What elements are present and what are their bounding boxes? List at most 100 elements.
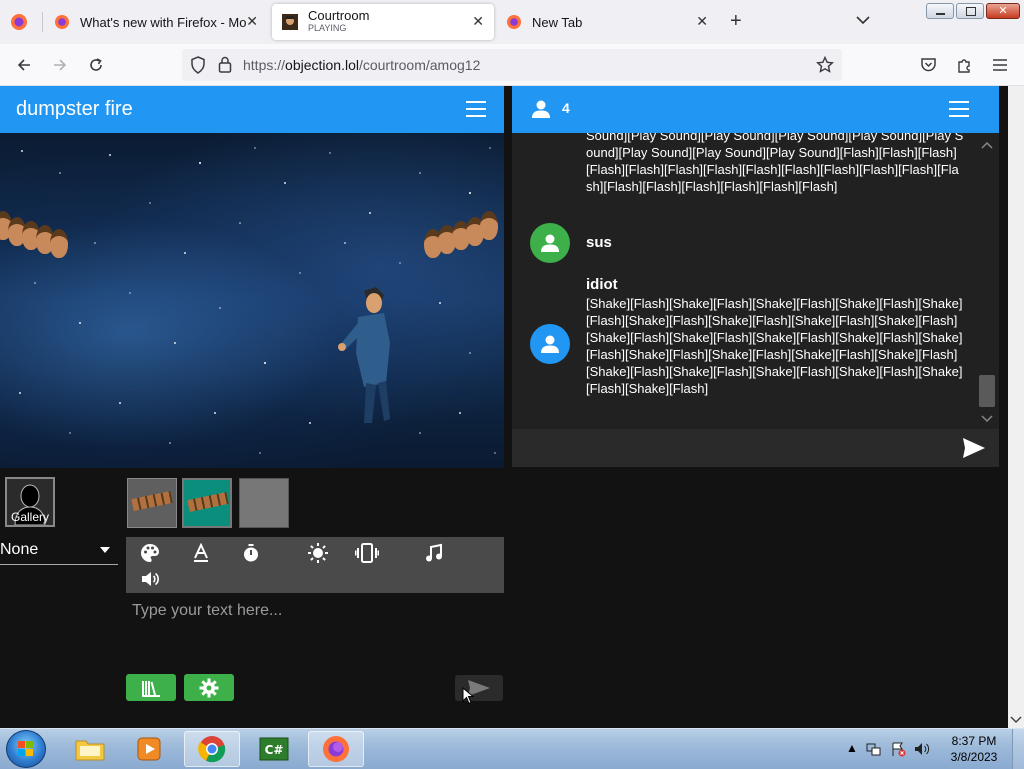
- scroll-down-arrow-icon[interactable]: [980, 411, 994, 429]
- dialogue-text-input[interactable]: [126, 598, 504, 670]
- gear-icon: [199, 678, 219, 697]
- restore-icon: [966, 7, 976, 16]
- start-button[interactable]: [6, 730, 46, 768]
- url-bar[interactable]: https://objection.lol/courtroom/amog12: [182, 49, 842, 81]
- background-thumbnail-3[interactable]: [239, 478, 289, 528]
- scroll-up-arrow-icon[interactable]: [980, 137, 994, 155]
- url-path: /courtroom/amog12: [358, 57, 481, 73]
- clock-date: 3/8/2023: [950, 750, 998, 764]
- url-prefix: https://: [243, 57, 286, 73]
- text-color-icon[interactable]: [189, 541, 213, 565]
- chat-message-text: [Shake][Flash][Shake][Flash][Shake][Flas…: [586, 296, 963, 396]
- users-icon[interactable]: [531, 99, 551, 119]
- url-host: objection.lol: [285, 57, 359, 73]
- csharp-icon: C#: [259, 737, 289, 761]
- bookmark-star-icon[interactable]: [815, 55, 835, 79]
- chat-log: Sound][Play Sound][Play Sound][Play Soun…: [512, 133, 999, 429]
- gallery-button[interactable]: Gallery: [5, 477, 55, 527]
- window-restore-button[interactable]: [956, 3, 984, 19]
- close-tab-icon[interactable]: ✕: [472, 13, 484, 30]
- app-menu-button[interactable]: [987, 52, 1013, 78]
- background-thumbnail-1[interactable]: [127, 478, 177, 528]
- scroll-down-arrow-icon[interactable]: [1008, 714, 1024, 726]
- reload-icon: [90, 58, 102, 71]
- clock-time: 8:37 PM: [951, 734, 997, 748]
- extensions-button[interactable]: [951, 52, 977, 78]
- brightness-flash-icon[interactable]: [306, 541, 330, 565]
- lock-icon[interactable]: [218, 56, 232, 78]
- palette-icon[interactable]: [138, 541, 162, 565]
- background-thumbnail-2-selected[interactable]: [182, 478, 232, 528]
- chat-scrollbar-thumb[interactable]: [979, 375, 995, 407]
- tab-title: What's new with Firefox - More: [80, 14, 246, 30]
- forward-button[interactable]: [47, 52, 73, 78]
- folder-icon: [75, 740, 105, 761]
- person-icon: [541, 234, 559, 252]
- close-window-icon: ✕: [998, 5, 1008, 17]
- library-books-icon: [142, 680, 160, 697]
- courtroom-menu-icon[interactable]: [466, 101, 486, 117]
- music-note-icon[interactable]: [422, 541, 446, 565]
- network-icon[interactable]: [866, 741, 882, 757]
- chat-appbar: 4: [512, 86, 999, 133]
- page-scrollbar[interactable]: [1008, 86, 1024, 728]
- window-close-button[interactable]: ✕: [986, 3, 1020, 19]
- chat-menu-icon[interactable]: [949, 101, 969, 117]
- media-player-icon: [137, 737, 161, 761]
- taskbar-chrome[interactable]: [184, 731, 240, 767]
- new-tab-plus-icon[interactable]: +: [730, 10, 742, 33]
- show-hidden-icons-icon[interactable]: ▲: [846, 741, 858, 755]
- window-minimize-button[interactable]: [926, 3, 954, 19]
- back-button[interactable]: [11, 52, 37, 78]
- jury-thumbnail-image: [187, 491, 229, 513]
- firefox-view-button[interactable]: [10, 13, 28, 31]
- close-tab-icon[interactable]: ✕: [246, 13, 258, 30]
- back-arrow-icon: [17, 59, 30, 71]
- courtroom-favicon: [282, 14, 298, 30]
- settings-button[interactable]: [184, 674, 234, 701]
- library-button[interactable]: [126, 674, 176, 701]
- list-all-tabs-chevron-icon[interactable]: [856, 12, 870, 30]
- tab-whats-new[interactable]: What's new with Firefox - More ✕: [44, 4, 268, 40]
- tab-playing-label: PLAYING: [308, 23, 347, 33]
- close-tab-icon[interactable]: ✕: [696, 13, 708, 30]
- vibrate-shake-icon[interactable]: [355, 541, 379, 565]
- show-desktop-button[interactable]: [1012, 729, 1024, 769]
- taskbar-csharp-app[interactable]: C#: [246, 731, 302, 767]
- taskbar-clock[interactable]: 8:37 PM 3/8/2023: [944, 733, 1004, 765]
- firefox-icon: [323, 736, 349, 762]
- pose-select[interactable]: None: [0, 538, 118, 565]
- hamburger-menu-icon: [993, 59, 1007, 71]
- tab-courtroom[interactable]: Courtroom PLAYING ✕: [272, 4, 494, 40]
- action-center-flag-icon[interactable]: [890, 741, 906, 757]
- pose-select-value: None: [0, 541, 39, 558]
- send-icon[interactable]: [962, 437, 986, 459]
- forward-arrow-icon: [54, 59, 67, 71]
- tab-divider: [42, 12, 43, 32]
- sound-volume-icon[interactable]: [138, 567, 162, 591]
- courtroom-appbar: dumpster fire: [0, 86, 504, 133]
- gallery-label: Gallery: [10, 510, 49, 524]
- chat-message-input[interactable]: [512, 429, 942, 467]
- jury-thumbnail-image: [131, 490, 173, 512]
- pocket-button[interactable]: [915, 52, 941, 78]
- reload-button[interactable]: [83, 52, 109, 78]
- mouse-cursor-icon: [462, 687, 474, 705]
- puzzle-piece-icon: [958, 59, 970, 73]
- tab-new-tab[interactable]: New Tab ✕: [496, 4, 718, 40]
- chat-input-bar: [512, 429, 999, 467]
- browser-navbar: https://objection.lol/courtroom/amog12: [0, 44, 1024, 86]
- volume-icon[interactable]: [914, 741, 930, 757]
- taskbar-media-player[interactable]: [122, 731, 178, 767]
- starfield: [19, 147, 496, 454]
- firefox-icon: [507, 15, 521, 29]
- taskbar-firefox[interactable]: [308, 731, 364, 767]
- jury-right: [424, 211, 498, 258]
- courtroom-page: dumpster fire Gallery None Type your tex…: [0, 86, 1024, 728]
- dropdown-arrow-icon: [100, 547, 110, 553]
- url-text[interactable]: https://objection.lol/courtroom/amog12: [243, 57, 480, 73]
- timer-icon[interactable]: [239, 541, 263, 565]
- tracking-protection-shield-icon[interactable]: [190, 56, 206, 79]
- taskbar-file-explorer[interactable]: [62, 731, 118, 767]
- tab-title: Courtroom: [308, 8, 370, 23]
